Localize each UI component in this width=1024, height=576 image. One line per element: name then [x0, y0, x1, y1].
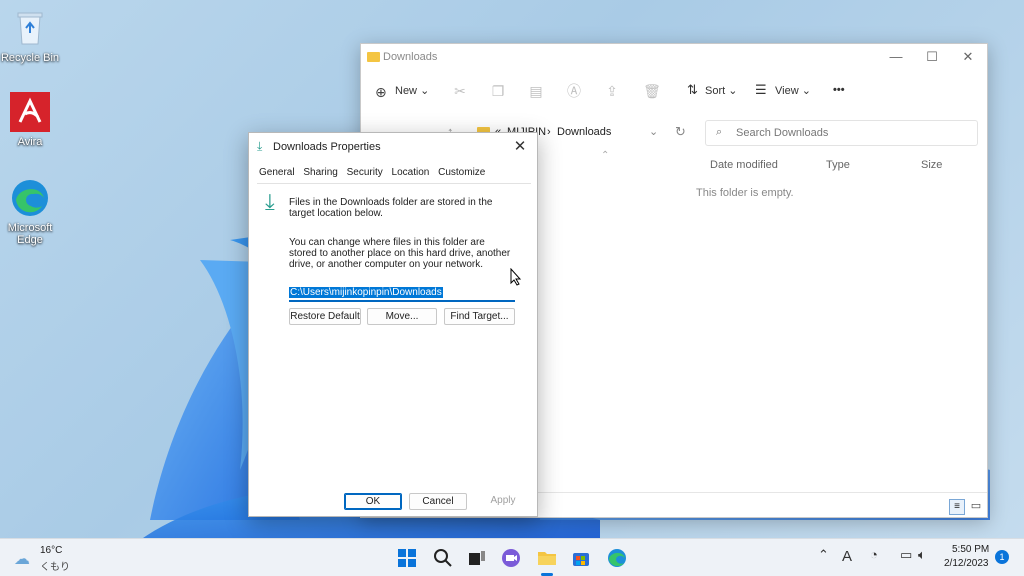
task-view-icon[interactable] [466, 547, 488, 569]
close-button[interactable]: ✕ [951, 46, 985, 68]
details-view-icon[interactable]: ≡ [949, 499, 965, 515]
sort-caret-icon: ⌃ [601, 150, 610, 161]
new-label: New [395, 85, 418, 97]
weather-description[interactable]: くもり [40, 558, 70, 573]
desktop-icon-label: Recycle Bin [0, 52, 60, 64]
breadcrumb-current[interactable]: Downloads [557, 126, 611, 138]
dialog-title: Downloads Properties [273, 141, 381, 153]
chat-icon[interactable] [500, 547, 522, 569]
clock-status-icon[interactable]: ◔ [870, 547, 878, 562]
cut-icon[interactable]: ✂ [451, 82, 469, 100]
taskbar: ☁ 16°C くもり ⌃ A ◔ ▭ 🔈︎ 5:50 PM 2/12/2023 … [0, 538, 1024, 576]
new-button[interactable]: New ⌄ [395, 84, 429, 97]
dialog-tabs: General Sharing Security Location Custom… [259, 167, 491, 179]
tab-sharing[interactable]: Sharing [303, 167, 337, 178]
find-target-button[interactable]: Find Target... [444, 308, 515, 325]
view-button[interactable]: View ⌄ [775, 84, 811, 97]
desktop-icon-label: Avira [17, 136, 43, 148]
apply-button[interactable]: Apply [474, 493, 532, 510]
edge-icon [10, 178, 50, 218]
minimize-button[interactable]: — [879, 46, 913, 68]
file-explorer-taskbar-icon[interactable] [536, 547, 558, 569]
tab-security[interactable]: Security [347, 167, 383, 178]
empty-folder-message: This folder is empty. [696, 187, 794, 199]
search-icon: ⌕ [716, 126, 723, 138]
close-button[interactable]: ✕ [509, 137, 531, 157]
sort-label: Sort [705, 85, 726, 97]
sort-icon: ⇅ [687, 82, 698, 97]
tab-divider [257, 183, 531, 184]
window-title: Downloads [383, 51, 438, 63]
target-path-field[interactable]: C:\Users\mijinkopinpin\Downloads [289, 287, 515, 302]
recycle-bin-icon [10, 8, 50, 48]
maximize-button[interactable]: ☐ [915, 46, 949, 68]
ok-button[interactable]: OK [344, 493, 402, 510]
download-arrow-icon: ⤓ [257, 139, 263, 153]
download-arrow-icon: ⤓ [265, 189, 275, 214]
store-icon[interactable] [570, 547, 592, 569]
network-icon[interactable]: ▭ [900, 547, 912, 563]
clock-time[interactable]: 5:50 PM [952, 544, 989, 555]
sort-button[interactable]: Sort ⌄ [705, 84, 737, 97]
search-placeholder: Search Downloads [736, 127, 829, 139]
avira-icon [10, 92, 50, 132]
ime-indicator[interactable]: A [842, 548, 852, 565]
title-bar[interactable]: Downloads — ☐ ✕ [361, 44, 987, 72]
restore-default-button[interactable]: Restore Default [289, 308, 361, 325]
downloads-properties-dialog[interactable]: ⤓ Downloads Properties ✕ General Sharing… [248, 132, 538, 517]
start-icon[interactable] [396, 547, 418, 569]
edge-icon[interactable] [606, 547, 628, 569]
cloud-icon: ☁ [14, 551, 30, 568]
mouse-cursor-icon [510, 268, 522, 286]
refresh-icon[interactable]: ↻ [675, 124, 686, 140]
more-options-button[interactable]: ••• [833, 84, 845, 96]
search-input[interactable]: ⌕ Search Downloads [705, 120, 978, 146]
folder-icon [367, 52, 380, 62]
desktop-icon-avira[interactable]: Avira [0, 92, 60, 148]
tiles-view-icon[interactable]: ▭ [968, 499, 984, 515]
share-icon[interactable]: ⇪ [603, 82, 621, 100]
desktop-icon-edge[interactable]: Microsoft Edge [0, 178, 60, 246]
info-text: Files in the Downloads folder are stored… [289, 197, 493, 219]
view-icon: ☰ [755, 82, 767, 97]
copy-icon[interactable]: ❐ [489, 82, 507, 100]
notification-badge[interactable]: 1 [995, 550, 1009, 564]
help-text: You can change where files in this folde… [289, 237, 511, 270]
tab-customize[interactable]: Customize [438, 167, 485, 178]
rename-icon[interactable]: Ⓐ [565, 82, 583, 100]
tab-general[interactable]: General [259, 167, 295, 178]
volume-icon[interactable]: 🔈︎ [918, 547, 926, 563]
column-header-date-modified[interactable]: Date modified [710, 159, 778, 171]
chevron-down-icon[interactable]: ⌄ [649, 125, 658, 138]
breadcrumb-separator: › [547, 126, 551, 138]
weather-temperature[interactable]: 16°C [40, 545, 62, 556]
target-path-value: C:\Users\mijinkopinpin\Downloads [289, 287, 443, 298]
plus-icon: ⊕ [375, 84, 387, 100]
column-header-size[interactable]: Size [921, 159, 942, 171]
desktop-icon-label: Microsoft Edge [7, 222, 53, 246]
clock-date[interactable]: 2/12/2023 [944, 558, 989, 569]
desktop-icon-recycle-bin[interactable]: Recycle Bin [0, 8, 60, 64]
move-button[interactable]: Move... [367, 308, 437, 325]
search-icon[interactable] [432, 547, 454, 569]
paste-icon[interactable]: ▤ [527, 82, 545, 100]
chevron-up-icon[interactable]: ⌃ [818, 547, 829, 563]
column-header-type[interactable]: Type [826, 159, 850, 171]
cancel-button[interactable]: Cancel [409, 493, 467, 510]
view-label: View [775, 85, 799, 97]
tab-location[interactable]: Location [391, 167, 430, 179]
command-bar: ⊕ New ⌄ ✂ ❐ ▤ Ⓐ ⇪ 🗑 ⇅ Sort ⌄ ☰ View ⌄ ••… [361, 72, 987, 112]
delete-icon[interactable]: 🗑 [643, 82, 661, 100]
